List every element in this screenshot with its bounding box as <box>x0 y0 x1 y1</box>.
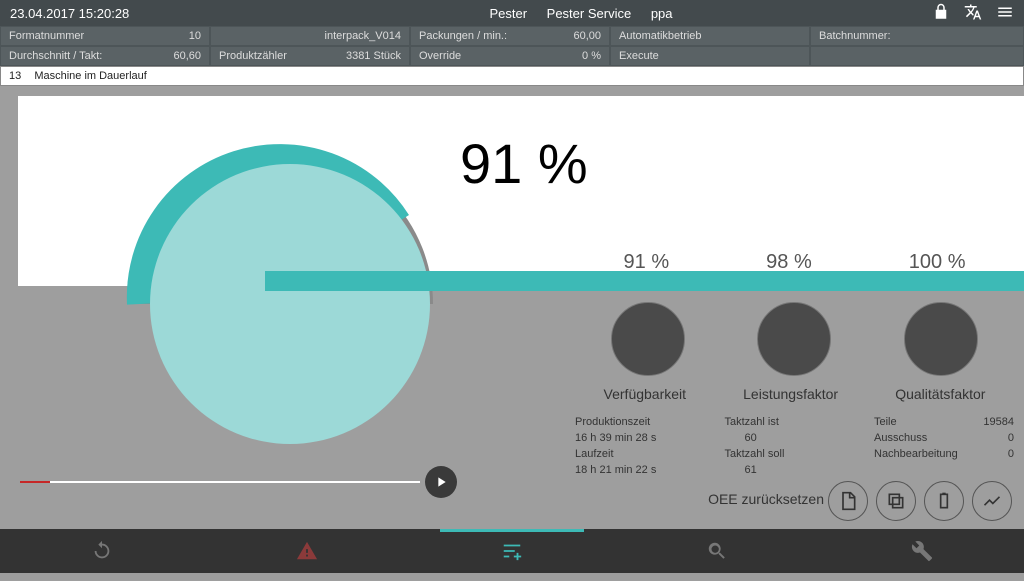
battery-button[interactable] <box>924 481 964 521</box>
status-text: Maschine im Dauerlauf <box>34 70 147 82</box>
qual-label: Qualitätsfaktor <box>895 386 985 402</box>
timeline-slider-track[interactable] <box>20 481 420 483</box>
nav-search[interactable] <box>614 529 819 573</box>
cell-batch: Batchnummer: <box>810 26 1024 46</box>
copy-icon <box>886 491 906 511</box>
cell-packungen: Packungen / min.:60,00 <box>410 26 610 46</box>
cell-execute: Execute <box>610 46 810 66</box>
perf-details: Taktzahl ist 60 Taktzahl soll 61 <box>725 414 865 478</box>
header-center: Pester Pester Service ppa <box>230 6 932 21</box>
status-code: 13 <box>9 70 21 82</box>
metric-details: Produktionszeit 16 h 39 min 28 s Laufzei… <box>575 414 1014 478</box>
play-icon <box>433 474 449 490</box>
trend-icon <box>982 491 1002 511</box>
avail-circle[interactable] <box>611 302 685 376</box>
cell-durchschnitt: Durchschnitt / Takt:60,60 <box>0 46 210 66</box>
action-buttons <box>828 481 1012 521</box>
user-label: ppa <box>651 6 673 21</box>
bottom-nav <box>0 529 1024 573</box>
gauge-fill-circle <box>150 164 430 444</box>
status-line: 13 Maschine im Dauerlauf <box>0 66 1024 86</box>
tune-icon <box>501 540 523 562</box>
oee-reset-label: OEE zurücksetzen <box>708 491 824 507</box>
trend-button[interactable] <box>972 481 1012 521</box>
sync-icon <box>91 540 113 562</box>
perf-label: Leistungsfaktor <box>743 386 838 402</box>
reset-button[interactable] <box>828 481 868 521</box>
timeline-slider-handle[interactable] <box>425 466 457 498</box>
cell-produktzaehler: Produktzähler3381 Stück <box>210 46 410 66</box>
cell-automatik: Automatikbetrieb <box>610 26 810 46</box>
qual-pct: 100 % <box>909 251 966 274</box>
avail-details: Produktionszeit 16 h 39 min 28 s Laufzei… <box>575 414 715 478</box>
cell-formatnummer: Formatnummer10 <box>0 26 210 46</box>
copy-button[interactable] <box>876 481 916 521</box>
metric-percents: 91 % 98 % 100 % <box>575 251 1014 274</box>
info-grid: Formatnummer10 interpack_V014 Packungen … <box>0 26 1024 66</box>
wrench-icon <box>911 540 933 562</box>
service-label: Pester Service <box>547 6 632 21</box>
warning-icon <box>296 540 318 562</box>
oee-percent: 91 % <box>460 131 588 196</box>
qual-details: Teile19584 Ausschuss0 Nachbearbeitung0 <box>874 414 1014 478</box>
nav-alarm[interactable] <box>205 529 410 573</box>
avail-label: Verfügbarkeit <box>604 386 687 402</box>
cell-override: Override0 % <box>410 46 610 66</box>
nav-tune[interactable] <box>410 529 615 573</box>
search-icon <box>706 540 728 562</box>
nav-sync[interactable] <box>0 529 205 573</box>
lock-icon[interactable] <box>932 3 950 24</box>
metric-circles <box>575 302 1014 376</box>
timeline-slider-error-segment <box>20 481 50 483</box>
qual-circle[interactable] <box>904 302 978 376</box>
document-icon <box>838 491 858 511</box>
teal-bar <box>265 271 1024 291</box>
language-icon[interactable] <box>964 3 982 24</box>
brand-label: Pester <box>489 6 527 21</box>
perf-circle[interactable] <box>757 302 831 376</box>
top-bar: 23.04.2017 15:20:28 Pester Pester Servic… <box>0 0 1024 26</box>
cell-format-name: interpack_V014 <box>210 26 410 46</box>
main-area: 91 % 91 % 98 % 100 % Verfügbarkeit Leist… <box>0 86 1024 529</box>
cell-empty <box>810 46 1024 66</box>
datetime: 23.04.2017 15:20:28 <box>10 6 230 21</box>
menu-icon[interactable] <box>996 3 1014 24</box>
battery-icon <box>934 491 954 511</box>
avail-pct: 91 % <box>624 251 670 274</box>
perf-pct: 98 % <box>766 251 812 274</box>
metric-labels: Verfügbarkeit Leistungsfaktor Qualitätsf… <box>575 386 1014 402</box>
nav-tools[interactable] <box>819 529 1024 573</box>
